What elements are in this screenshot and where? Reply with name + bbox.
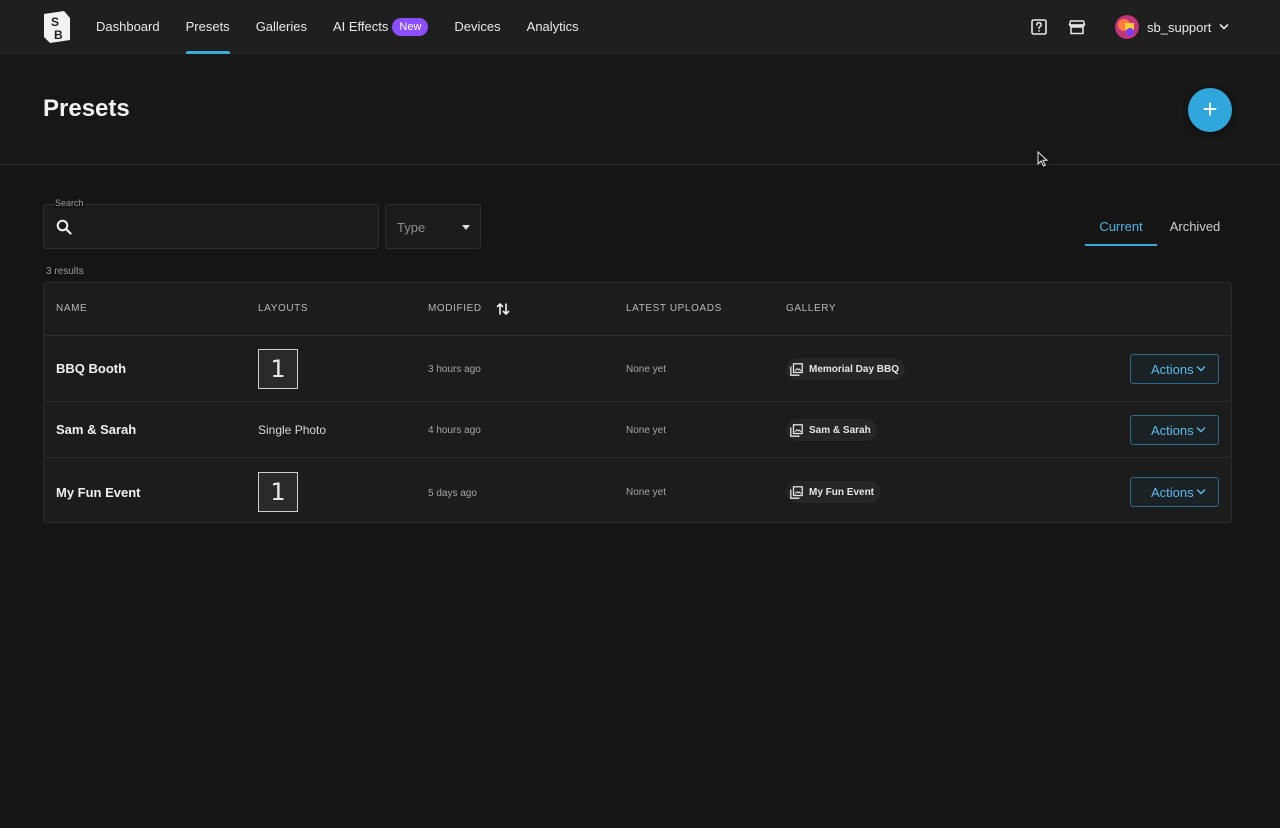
column-header-layouts[interactable]: LAYOUTS — [258, 303, 308, 314]
layout-label: Single Photo — [258, 423, 327, 437]
chevron-down-icon — [1220, 24, 1229, 30]
user-menu[interactable]: sb_support — [1115, 14, 1229, 40]
avatar — [1115, 15, 1139, 39]
results-count: 3 results — [46, 266, 84, 277]
preset-name[interactable]: BBQ Booth — [56, 361, 126, 376]
actions-button-label: Actions — [1151, 423, 1194, 438]
column-header-latest-uploads[interactable]: LATEST UPLOADS — [626, 303, 722, 314]
gallery-icon — [790, 423, 803, 437]
nav-analytics-label: Analytics — [526, 19, 579, 34]
search-label: Search — [54, 198, 85, 208]
nav-devices[interactable]: Devices — [454, 0, 500, 54]
nav-links: Dashboard Presets Galleries AI Effects Ne… — [96, 0, 605, 54]
column-header-modified[interactable]: MODIFIED — [428, 303, 482, 314]
column-header-gallery[interactable]: GALLERY — [786, 303, 836, 314]
table-row[interactable]: My Fun Event 1 5 days ago None yet My Fu… — [44, 457, 1231, 523]
search-icon — [56, 219, 72, 235]
latest-uploads: None yet — [626, 425, 667, 436]
nav-devices-label: Devices — [454, 19, 501, 34]
nav-dashboard-label: Dashboard — [96, 19, 160, 34]
nav-presets-label: Presets — [185, 19, 230, 34]
table-row[interactable]: Sam & Sarah Single Photo 4 hours ago Non… — [44, 401, 1231, 457]
logo-icon[interactable]: S B — [42, 10, 72, 44]
help-icon[interactable] — [1030, 18, 1048, 36]
nav-analytics[interactable]: Analytics — [527, 0, 579, 54]
caret-down-icon — [462, 225, 470, 230]
nav-galleries[interactable]: Galleries — [256, 0, 307, 54]
table-row[interactable]: BBQ Booth 1 3 hours ago None yet Memoria… — [44, 335, 1231, 401]
latest-uploads: None yet — [626, 487, 667, 498]
actions-button-label: Actions — [1151, 485, 1194, 500]
page-title: Presets — [43, 95, 130, 122]
preset-name[interactable]: Sam & Sarah — [56, 422, 136, 437]
store-icon[interactable] — [1068, 18, 1086, 36]
nav-ai-effects-label: AI Effects — [332, 19, 389, 34]
gallery-chip[interactable]: My Fun Event — [786, 481, 881, 503]
actions-button-label: Actions — [1151, 362, 1194, 377]
presets-table: NAME LAYOUTS MODIFIED LATEST UPLOADS GAL… — [43, 282, 1232, 523]
add-preset-button[interactable]: + — [1188, 88, 1232, 132]
top-nav: S B Dashboard Presets Galleries AI Effec… — [0, 0, 1280, 54]
layout-thumbnail[interactable]: 1 — [258, 472, 298, 512]
modified-time: 5 days ago — [428, 488, 477, 499]
actions-button[interactable]: Actions — [1130, 477, 1219, 507]
tab-archived[interactable]: Archived — [1158, 208, 1232, 246]
actions-button[interactable]: Actions — [1130, 354, 1219, 384]
chevron-down-icon — [1196, 427, 1206, 433]
modified-time: 4 hours ago — [428, 425, 481, 436]
gallery-chip[interactable]: Sam & Sarah — [786, 419, 877, 441]
type-select[interactable]: Type — [385, 204, 481, 249]
new-badge: New — [392, 18, 429, 36]
gallery-icon — [790, 362, 803, 376]
gallery-chip[interactable]: Memorial Day BBQ — [786, 358, 906, 380]
search-input[interactable] — [82, 213, 368, 241]
chevron-down-icon — [1196, 366, 1206, 372]
column-header-name[interactable]: NAME — [56, 303, 87, 314]
tab-current[interactable]: Current — [1085, 208, 1157, 246]
gallery-chip-label: Memorial Day BBQ — [809, 363, 900, 375]
search-field[interactable] — [43, 204, 379, 249]
layout-thumbnail[interactable]: 1 — [258, 349, 298, 389]
nav-ai-effects[interactable]: AI Effects New — [332, 0, 429, 54]
modified-time: 3 hours ago — [428, 364, 481, 375]
svg-text:S: S — [51, 15, 59, 29]
page-header: Presets + — [0, 55, 1280, 165]
sort-icon[interactable] — [496, 302, 510, 316]
gallery-icon — [790, 485, 803, 499]
preset-name[interactable]: My Fun Event — [56, 485, 141, 500]
svg-text:B: B — [54, 28, 63, 42]
nav-galleries-label: Galleries — [255, 19, 307, 34]
mouse-cursor-icon — [1037, 151, 1049, 167]
latest-uploads: None yet — [626, 364, 667, 375]
actions-button[interactable]: Actions — [1130, 415, 1219, 445]
gallery-chip-label: Sam & Sarah — [809, 424, 871, 436]
user-name: sb_support — [1147, 19, 1212, 35]
gallery-chip-label: My Fun Event — [809, 486, 875, 498]
type-select-label: Type — [397, 220, 426, 235]
nav-presets[interactable]: Presets — [185, 0, 230, 54]
nav-dashboard[interactable]: Dashboard — [96, 0, 160, 54]
chevron-down-icon — [1196, 489, 1206, 495]
